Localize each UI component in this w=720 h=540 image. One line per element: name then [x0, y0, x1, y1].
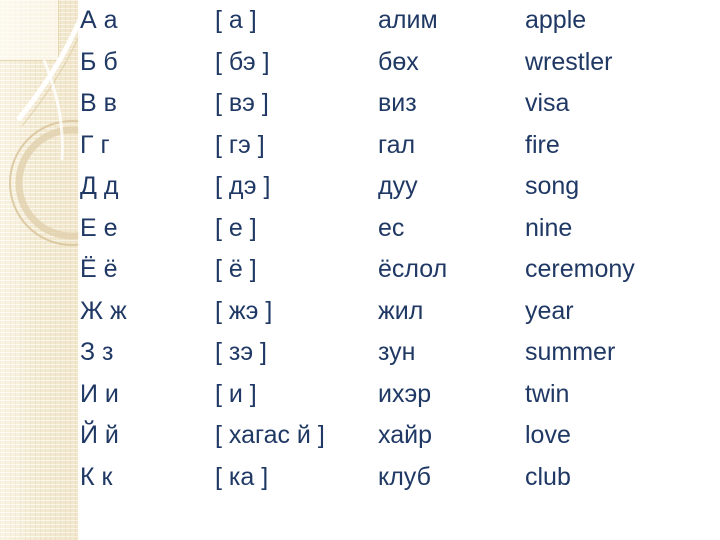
decorative-sidebar [0, 0, 80, 540]
cell-pronunciation: [ жэ ] [215, 296, 273, 325]
cell-mongolian-word: виз [378, 89, 417, 117]
cell-pronunciation: [ ё ] [215, 255, 257, 283]
alphabet-table-body: А а [ а ] алим apple Б б [ бэ ] бөх wres… [80, 0, 720, 498]
cell-mongolian-word: жил [378, 296, 424, 325]
cell-pronunciation: [ зэ ] [215, 338, 268, 366]
cell-english-meaning: club [525, 462, 571, 491]
cell-pronunciation: [ и ] [215, 379, 257, 408]
table-row: Й й [ хагас й ] хайр love [80, 415, 720, 457]
table-row: К к [ ка ] клуб club [80, 457, 720, 499]
cell-english-meaning: visa [525, 89, 570, 117]
cell-english-meaning: twin [525, 379, 570, 408]
cell-mongolian-word: алим [378, 6, 438, 34]
cell-mongolian-word: ес [378, 213, 405, 242]
table-row: Д д [ дэ ] дуу song [80, 166, 720, 208]
cell-mongolian-word: хайр [378, 421, 432, 449]
cell-letters: З з [80, 338, 114, 366]
cell-pronunciation: [ хагас й ] [215, 421, 325, 449]
cell-mongolian-word: дуу [378, 172, 418, 200]
sidebar-circle-decoration [9, 13, 80, 246]
cell-mongolian-word: гал [378, 130, 416, 159]
cell-mongolian-word: ихэр [378, 379, 432, 408]
table-row: В в [ вэ ] виз visa [80, 83, 720, 125]
table-row: Е е [ е ] ес nine [80, 208, 720, 250]
cell-pronunciation: [ а ] [215, 6, 257, 34]
cell-letters: Е е [80, 213, 118, 242]
cell-letters: Г г [80, 130, 110, 159]
cell-pronunciation: [ е ] [215, 213, 257, 242]
cell-mongolian-word: ёслол [378, 255, 448, 283]
cell-english-meaning: summer [525, 338, 616, 366]
cell-english-meaning: year [525, 296, 574, 325]
cell-letters: Ж ж [80, 296, 127, 325]
cell-pronunciation: [ дэ ] [215, 172, 271, 200]
cell-english-meaning: ceremony [525, 255, 635, 283]
cell-english-meaning: nine [525, 213, 573, 242]
cell-mongolian-word: бөх [378, 47, 419, 76]
cell-mongolian-word: клуб [378, 462, 431, 491]
table-row: Г г [ гэ ] гал fire [80, 125, 720, 167]
table-row: И и [ и ] ихэр twin [80, 374, 720, 416]
table-row: Ё ё [ ё ] ёслол ceremony [80, 249, 720, 291]
table-row: А а [ а ] алим apple [80, 0, 720, 42]
cell-letters: Б б [80, 47, 118, 76]
cell-letters: И и [80, 379, 119, 408]
table-row: З з [ зэ ] зун summer [80, 332, 720, 374]
cell-pronunciation: [ гэ ] [215, 130, 265, 159]
inner-ring-icon [15, 126, 80, 240]
cell-mongolian-word: зун [378, 338, 416, 366]
cell-letters: А а [80, 6, 118, 34]
cell-english-meaning: song [525, 172, 580, 200]
cell-letters: В в [80, 89, 117, 117]
alphabet-table: А а [ а ] алим apple Б б [ бэ ] бөх wres… [80, 0, 720, 498]
cell-pronunciation: [ бэ ] [215, 47, 270, 76]
cell-letters: Д д [80, 172, 119, 200]
cell-english-meaning: apple [525, 6, 587, 34]
cell-english-meaning: wrestler [525, 47, 613, 76]
cell-english-meaning: fire [525, 130, 560, 159]
cell-letters: Ё ё [80, 255, 118, 283]
slide: А а [ а ] алим apple Б б [ бэ ] бөх wres… [0, 0, 720, 540]
cell-letters: Й й [80, 421, 119, 449]
table-row: Б б [ бэ ] бөх wrestler [80, 42, 720, 84]
table-row: Ж ж [ жэ ] жил year [80, 291, 720, 333]
cell-pronunciation: [ ка ] [215, 462, 269, 491]
alphabet-content: А а [ а ] алим apple Б б [ бэ ] бөх wres… [80, 0, 720, 540]
swoosh-highlight-icon [16, 13, 80, 122]
cell-english-meaning: love [525, 421, 571, 449]
cell-letters: К к [80, 462, 113, 491]
cell-pronunciation: [ вэ ] [215, 89, 269, 117]
